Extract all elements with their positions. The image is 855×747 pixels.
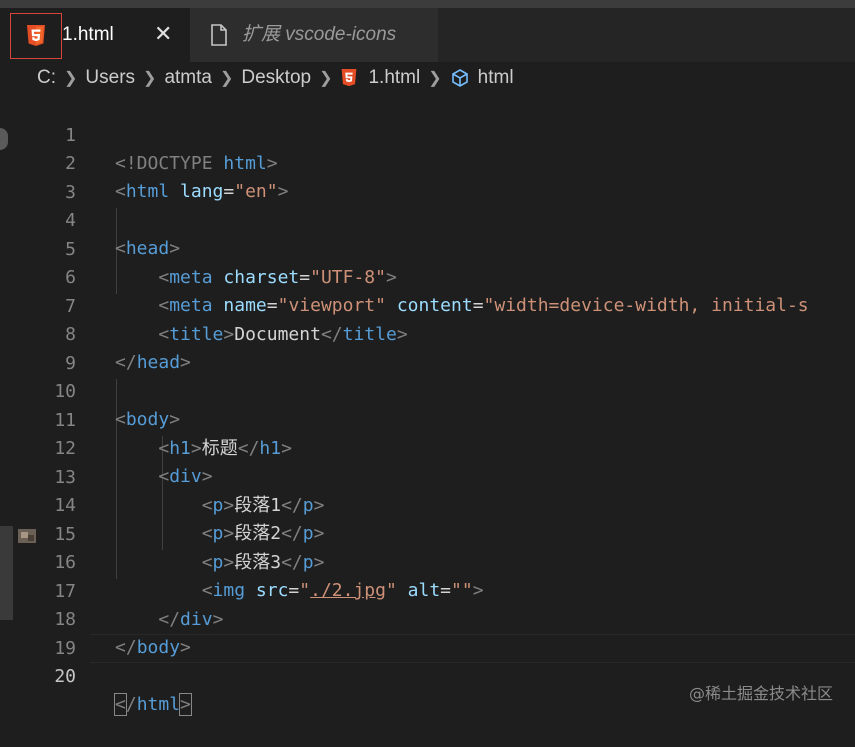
html5-icon (342, 69, 357, 87)
tab-label: 1.html (62, 24, 114, 45)
tab-label: 扩展 vscode-icons (242, 24, 397, 45)
line-number: 20 (54, 666, 76, 687)
file-icon (210, 24, 228, 50)
code-line-current: 20 </html> (0, 635, 855, 716)
code-line: 10 <body> (0, 350, 855, 430)
code-line: 4 <head> (0, 179, 855, 259)
breadcrumb: C: ❯ Users ❯ atmta ❯ Desktop ❯ 1.html ❯ … (0, 62, 855, 94)
tab-bar: 1.html ✕ 扩展 vscode-icons (0, 8, 855, 62)
code-line: 1 <!DOCTYPE html> (0, 94, 855, 174)
code-line: 8 </head> (0, 293, 855, 373)
code-line: 7 <title>Document</title> (0, 265, 855, 345)
code-line: 19 (0, 607, 855, 659)
code-line: 17 </div> (0, 550, 855, 630)
breadcrumb-users[interactable]: Users (85, 67, 135, 89)
tab-extension-vscode-icons[interactable]: 扩展 vscode-icons (190, 8, 438, 62)
breadcrumb-file[interactable]: 1.html (340, 67, 420, 89)
code-line: 18 </body> (0, 578, 855, 658)
breadcrumb-desktop[interactable]: Desktop (241, 67, 311, 89)
code-line: 14 <p>段落2</p> (0, 464, 855, 544)
code-line: 12 <div> (0, 407, 855, 487)
chevron-right-icon: ❯ (428, 70, 442, 87)
chevron-right-icon: ❯ (319, 70, 333, 87)
tab-1-html[interactable]: 1.html ✕ (0, 8, 190, 62)
code-line: 5 <meta charset="UTF-8"> (0, 208, 855, 288)
matched-bracket: < (114, 693, 127, 716)
watermark: @稀土掘金技术社区 (688, 684, 833, 703)
breadcrumb-atmta[interactable]: atmta (164, 67, 212, 89)
chevron-right-icon: ❯ (143, 70, 157, 87)
breadcrumb-symbol-label: html (477, 67, 514, 88)
html5-icon (10, 13, 62, 59)
code-line: 13 <p>段落1</p> (0, 436, 855, 516)
code-line: 11 <h1>标题</h1> (0, 379, 855, 459)
code-line: 3 (0, 151, 855, 203)
code-line: 9 (0, 322, 855, 374)
cube-symbol-icon (451, 69, 468, 87)
breadcrumb-drive[interactable]: C: (37, 67, 56, 89)
code-line: 2 <html lang="en"> (0, 122, 855, 202)
chevron-right-icon: ❯ (64, 70, 78, 87)
breadcrumb-file-label: 1.html (368, 67, 421, 88)
tag-name: html (136, 694, 181, 715)
window-top-bar (0, 0, 855, 8)
code-line: 15 <p>段落3</p> (0, 493, 855, 573)
code-line: 6 <meta name="viewport" content="width=d… (0, 236, 855, 316)
code-line: 16 <img src="./2.jpg" alt=""> (0, 521, 855, 601)
chevron-right-icon: ❯ (219, 70, 234, 87)
matched-bracket: > (179, 693, 192, 716)
breadcrumb-symbol[interactable]: html (450, 67, 514, 89)
close-icon[interactable]: ✕ (154, 8, 172, 62)
